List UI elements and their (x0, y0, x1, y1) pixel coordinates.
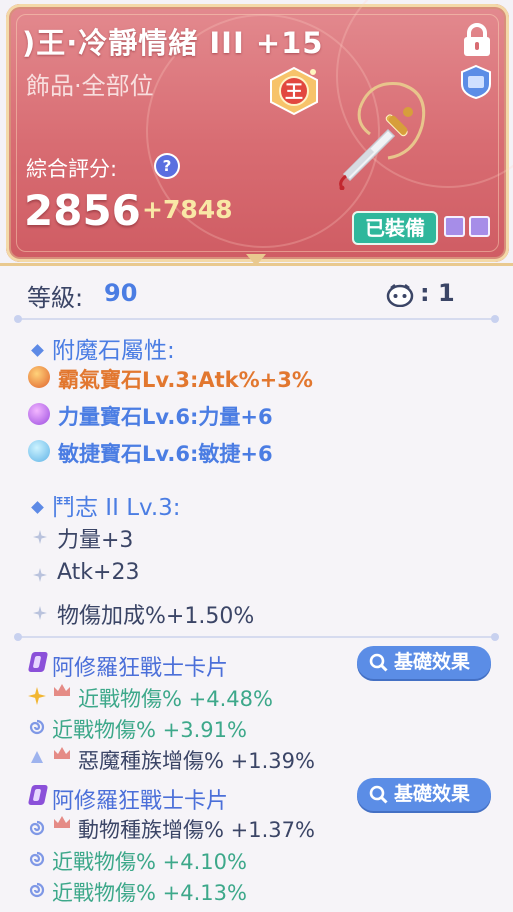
slot-indicator (469, 216, 490, 237)
sparkle-icon (33, 568, 47, 582)
pet-icon (386, 284, 414, 307)
help-icon[interactable]: ? (156, 155, 178, 177)
card-title-1: 阿修羅狂戰士卡片 (52, 656, 229, 681)
gem-line-2: 力量寶石Lv.6:力量+6 (58, 405, 273, 429)
swirl-icon (29, 882, 45, 898)
spirit-stat-1: 力量+3 (57, 528, 134, 553)
basic-effect-button[interactable]: 基礎效果 (357, 778, 491, 811)
spirit-title: 鬥志 II Lv.3: (52, 495, 181, 521)
slot-indicator (444, 216, 465, 237)
basic-effect-button[interactable]: 基礎效果 (357, 646, 491, 679)
card-title-2: 阿修羅狂戰士卡片 (52, 789, 229, 814)
card1-effect-3: 惡魔種族增傷% +1.39% (78, 749, 315, 773)
diamond-icon (31, 501, 44, 514)
score-value: 2856 (24, 186, 141, 235)
gem-line-1: 霸氣寶石Lv.3:Atk%+3% (58, 368, 313, 392)
divider (14, 633, 499, 641)
spirit-stat-3: 物傷加成%+1.50% (57, 604, 255, 629)
shield-icon[interactable] (458, 64, 494, 100)
pet-value: : 1 (420, 279, 455, 307)
crown-icon (54, 816, 70, 828)
equipped-badge: 已裝備 (352, 211, 438, 245)
triangle-icon (31, 751, 43, 763)
card1-effect-1: 近戰物傷% +4.48% (78, 687, 273, 711)
search-icon (369, 653, 388, 672)
item-detail-card: )王·冷靜情緒 III +15 飾品·全部位 王 綜合評分: ? 2856 +7… (0, 0, 513, 912)
dagger-necklace-icon (339, 82, 426, 190)
card2-effect-2: 近戰物傷% +4.10% (52, 850, 247, 874)
gem-icon-fury (28, 366, 50, 388)
swirl-icon (29, 719, 45, 735)
card1-effect-2: 近戰物傷% +3.91% (52, 718, 247, 742)
score-bonus: +7848 (142, 195, 233, 224)
card2-effect-1: 動物種族增傷% +1.37% (78, 818, 315, 842)
enchant-title: 附魔石屬性: (52, 338, 175, 364)
spirit-stat-2: Atk+23 (57, 560, 140, 585)
level-value: 90 (104, 279, 138, 307)
basic-effect-label: 基礎效果 (394, 651, 471, 673)
crown-icon (54, 684, 70, 696)
score-label: 綜合評分: (26, 157, 118, 181)
level-label: 等級: (27, 284, 84, 312)
sparkle-icon (33, 606, 47, 620)
enchant-section-title: 附魔石屬性: (27, 331, 175, 365)
gem-icon-agility (28, 440, 50, 462)
card2-effect-3: 近戰物傷% +4.13% (52, 881, 247, 905)
item-name: )王·冷靜情緒 III +15 (22, 26, 324, 60)
svg-text:王: 王 (285, 82, 303, 103)
crown-icon (54, 747, 70, 759)
lock-icon[interactable] (460, 22, 494, 58)
sparkle-icon (33, 530, 47, 544)
basic-effect-label: 基礎效果 (394, 783, 471, 805)
diamond-icon (31, 344, 44, 357)
divider (14, 315, 499, 323)
item-slot: 飾品·全部位 (26, 72, 154, 100)
spirit-section-title: 鬥志 II Lv.3: (27, 488, 181, 522)
gem-icon-strength (28, 403, 50, 425)
search-icon (369, 785, 388, 804)
swirl-icon (29, 851, 45, 867)
gem-line-3: 敏捷寶石Lv.6:敏捷+6 (58, 442, 273, 466)
gold-star-icon (28, 687, 46, 705)
king-badge-icon: 王 (270, 66, 318, 116)
swirl-icon (29, 820, 45, 836)
